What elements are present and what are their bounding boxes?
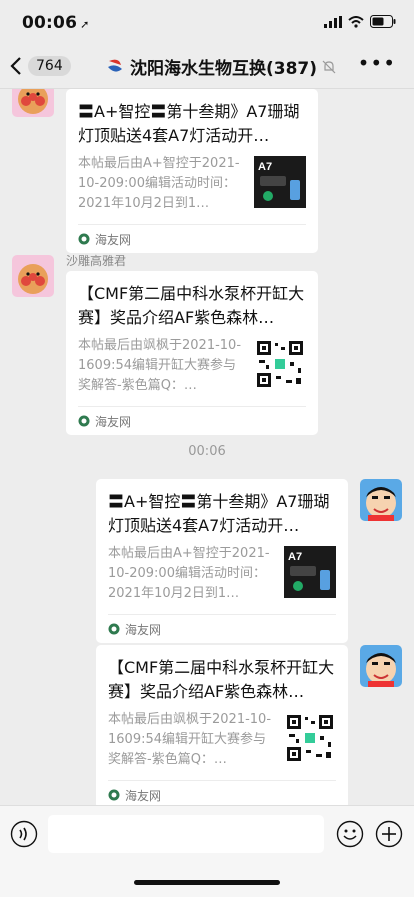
sender-name: 沙雕高雅君 [66, 254, 127, 268]
card-description: 本帖最后由A+智控于2021-10-209:00编辑活动时间：2021年10月2… [108, 546, 270, 601]
home-indicator [134, 880, 280, 885]
emoji-icon [336, 820, 364, 848]
card-title: 【CMF第二届中科水泵杯开缸大赛】奖品介绍AF紫色森林… [108, 658, 335, 701]
source-logo-icon [108, 623, 120, 635]
unread-count-badge: 764 [28, 56, 71, 76]
card-description: 本帖最后由A+智控于2021-10-209:00编辑活动时间：2021年10月2… [78, 156, 240, 211]
crayon-shinchan-avatar-icon [360, 645, 402, 687]
status-bar: 00:06 ➚ [0, 0, 414, 46]
anpanman-avatar-icon [12, 89, 54, 117]
chat-title-text: 沈阳海水生物互换(387) [130, 59, 318, 79]
crayon-shinchan-avatar-icon [360, 479, 402, 521]
avatar[interactable] [360, 645, 402, 687]
card-source-text: 海友网 [125, 622, 162, 637]
card-source-text: 海友网 [125, 788, 162, 803]
back-button[interactable]: 764 [10, 52, 84, 80]
emoji-button[interactable] [336, 820, 364, 848]
card-title: 〓A+智控〓第十叁期》A7珊瑚灯顶贴送4套A7灯活动开… [78, 102, 300, 145]
avatar[interactable] [360, 479, 402, 521]
card-thumbnail: A7 [284, 546, 336, 598]
voice-input-button[interactable] [10, 820, 38, 848]
link-card[interactable]: 【CMF第二届中科水泵杯开缸大赛】奖品介绍AF紫色森林… 本帖最后由飒枫于202… [66, 271, 318, 435]
battery-icon [370, 15, 396, 28]
status-time: 00:06 ➚ [22, 13, 90, 33]
thumb-label: A7 [258, 161, 272, 173]
card-source: 海友网 [78, 224, 306, 253]
anpanman-avatar-icon [12, 255, 54, 297]
source-logo-icon [108, 789, 120, 801]
link-card[interactable]: 〓A+智控〓第十叁期》A7珊瑚灯顶贴送4套A7灯活动开… 本帖最后由A+智控于2… [96, 479, 348, 643]
more-actions-button[interactable] [375, 820, 403, 848]
link-card[interactable]: 〓A+智控〓第十叁期》A7珊瑚灯顶贴送4套A7灯活动开… 本帖最后由A+智控于2… [66, 89, 318, 253]
mute-icon [322, 60, 336, 73]
plus-icon [375, 820, 403, 848]
card-source: 海友网 [108, 614, 336, 643]
location-arrow-icon: ➚ [80, 18, 90, 31]
group-logo-icon [108, 59, 122, 72]
source-logo-icon [78, 233, 90, 245]
chat-title[interactable]: 沈阳海水生物互换(387) [105, 54, 336, 79]
thumb-label: A7 [288, 551, 302, 563]
message-input[interactable] [48, 815, 324, 853]
chevron-left-icon [10, 57, 21, 75]
avatar[interactable] [12, 255, 54, 297]
source-logo-icon [78, 415, 90, 427]
card-description: 本帖最后由飒枫于2021-10-1609:54编辑开缸大赛参与奖解答-紫色篇Q：… [78, 338, 242, 393]
link-card[interactable]: 【CMF第二届中科水泵杯开缸大赛】奖品介绍AF紫色森林… 本帖最后由飒枫于202… [96, 645, 348, 805]
wifi-icon [348, 15, 364, 28]
chat-area[interactable]: 〓A+智控〓第十叁期》A7珊瑚灯顶贴送4套A7灯活动开… 本帖最后由A+智控于2… [0, 89, 414, 805]
more-options-button[interactable]: ••• [358, 53, 396, 73]
voice-icon [10, 820, 38, 848]
card-source: 海友网 [108, 780, 336, 805]
avatar[interactable] [12, 89, 54, 117]
chat-timestamp: 00:06 [188, 444, 226, 459]
status-icons [324, 15, 396, 28]
card-source: 海友网 [78, 406, 306, 435]
card-source-text: 海友网 [95, 414, 132, 429]
qr-code-thumbnail [254, 338, 306, 390]
nav-bar: 764 沈阳海水生物互换(387) ••• [0, 46, 414, 89]
card-title: 【CMF第二届中科水泵杯开缸大赛】奖品介绍AF紫色森林… [78, 284, 305, 327]
card-title: 〓A+智控〓第十叁期》A7珊瑚灯顶贴送4套A7灯活动开… [108, 492, 330, 535]
signal-icon [324, 15, 342, 28]
card-thumbnail: A7 [254, 156, 306, 208]
qr-code-thumbnail [284, 712, 336, 764]
card-description: 本帖最后由飒枫于2021-10-1609:54编辑开缸大赛参与奖解答-紫色篇Q：… [108, 712, 272, 767]
card-source-text: 海友网 [95, 232, 132, 247]
status-time-text: 00:06 [22, 13, 78, 33]
